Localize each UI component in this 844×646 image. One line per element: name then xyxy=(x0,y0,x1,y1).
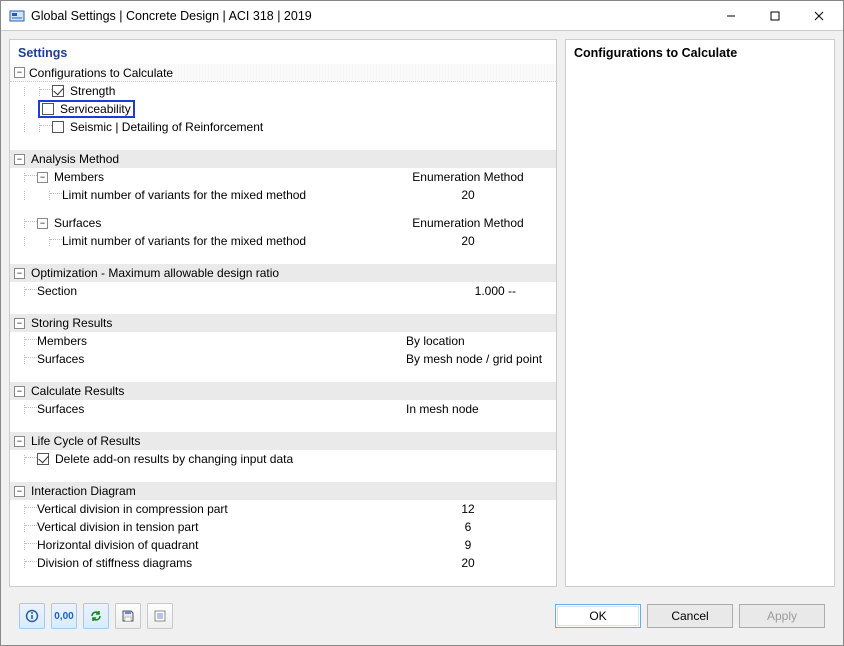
value-members-limit[interactable]: 20 xyxy=(406,188,536,202)
label-strength: Strength xyxy=(70,84,115,98)
close-button[interactable] xyxy=(797,2,841,30)
app-icon xyxy=(9,8,25,24)
row-strength: Strength xyxy=(10,82,556,100)
cancel-button[interactable]: Cancel xyxy=(647,604,733,628)
collapse-icon[interactable]: − xyxy=(37,172,48,183)
label-members: Members xyxy=(54,170,104,184)
section-label: Calculate Results xyxy=(31,384,124,398)
section-label: Interaction Diagram xyxy=(31,484,136,498)
apply-button[interactable]: Apply xyxy=(739,604,825,628)
client-area: Settings − Configurations to Calculate xyxy=(1,31,843,645)
row-section: Section 1.000 -- xyxy=(10,282,556,300)
save-tool-button[interactable] xyxy=(115,603,141,629)
checkbox-delete-addon[interactable] xyxy=(37,453,49,465)
label-surfaces: Surfaces xyxy=(37,402,84,416)
detail-pane: Configurations to Calculate xyxy=(565,39,835,587)
maximize-button[interactable] xyxy=(753,2,797,30)
row-serviceability: Serviceability xyxy=(10,100,556,118)
value-surfaces-method[interactable]: Enumeration Method xyxy=(406,216,536,230)
value-section[interactable]: 1.000 -- xyxy=(406,284,536,298)
row-int-3: Horizontal division of quadrant 9 xyxy=(10,536,556,554)
label-members: Members xyxy=(37,334,87,348)
label-surfaces: Surfaces xyxy=(37,352,84,366)
collapse-icon[interactable]: − xyxy=(14,154,25,165)
row-int-2: Vertical division in tension part 6 xyxy=(10,518,556,536)
row-surfaces-a: − Surfaces Enumeration Method xyxy=(10,214,556,232)
row-members-limit: Limit number of variants for the mixed m… xyxy=(10,186,556,204)
section-calculate[interactable]: − Calculate Results xyxy=(10,382,556,400)
row-storing-surfaces: Surfaces By mesh node / grid point xyxy=(10,350,556,368)
detail-header: Configurations to Calculate xyxy=(574,46,826,60)
value-surfaces-limit[interactable]: 20 xyxy=(406,234,536,248)
highlight-serviceability: Serviceability xyxy=(38,100,135,118)
value-storing-members[interactable]: By location xyxy=(406,334,536,348)
section-lifecycle[interactable]: − Life Cycle of Results xyxy=(10,432,556,450)
row-delete-addon: Delete add-on results by changing input … xyxy=(10,450,556,468)
decimal-tool-button[interactable]: 0,00 xyxy=(51,603,77,629)
section-label: Optimization - Maximum allowable design … xyxy=(31,266,279,280)
section-analysis[interactable]: − Analysis Method xyxy=(10,150,556,168)
label-surfaces: Surfaces xyxy=(54,216,101,230)
minimize-button[interactable] xyxy=(709,2,753,30)
label-surfaces-limit: Limit number of variants for the mixed m… xyxy=(62,234,306,248)
label-seismic: Seismic | Detailing of Reinforcement xyxy=(70,120,263,134)
row-int-1: Vertical division in compression part 12 xyxy=(10,500,556,518)
label-section: Section xyxy=(37,284,77,298)
footer: 0,00 OK Cancel Apply xyxy=(9,595,835,637)
ok-button[interactable]: OK xyxy=(555,604,641,628)
section-label: Analysis Method xyxy=(31,152,119,166)
refresh-tool-button[interactable] xyxy=(83,603,109,629)
collapse-icon[interactable]: − xyxy=(14,386,25,397)
section-storing[interactable]: − Storing Results xyxy=(10,314,556,332)
global-settings-window: Global Settings | Concrete Design | ACI … xyxy=(0,0,844,646)
section-interaction[interactable]: − Interaction Diagram xyxy=(10,482,556,500)
collapse-icon[interactable]: − xyxy=(37,218,48,229)
settings-pane: Settings − Configurations to Calculate xyxy=(9,39,557,587)
label-delete-addon: Delete add-on results by changing input … xyxy=(55,452,293,466)
section-label: Configurations to Calculate xyxy=(29,66,173,80)
section-label: Life Cycle of Results xyxy=(31,434,140,448)
collapse-icon[interactable]: − xyxy=(14,436,25,447)
row-storing-members: Members By location xyxy=(10,332,556,350)
row-int-4: Division of stiffness diagrams 20 xyxy=(10,554,556,572)
checkbox-seismic[interactable] xyxy=(52,121,64,133)
titlebar: Global Settings | Concrete Design | ACI … xyxy=(1,1,843,31)
row-surfaces-limit: Limit number of variants for the mixed m… xyxy=(10,232,556,250)
window-title: Global Settings | Concrete Design | ACI … xyxy=(31,9,709,23)
label-members-limit: Limit number of variants for the mixed m… xyxy=(62,188,306,202)
collapse-icon[interactable]: − xyxy=(14,67,25,78)
list-tool-button[interactable] xyxy=(147,603,173,629)
row-calc-surfaces: Surfaces In mesh node xyxy=(10,400,556,418)
collapse-icon[interactable]: − xyxy=(14,268,25,279)
checkbox-strength[interactable] xyxy=(52,85,64,97)
label-serviceability: Serviceability xyxy=(60,102,131,116)
row-members: − Members Enumeration Method xyxy=(10,168,556,186)
row-seismic: Seismic | Detailing of Reinforcement xyxy=(10,118,556,136)
checkbox-serviceability[interactable] xyxy=(42,103,54,115)
value-storing-surfaces[interactable]: By mesh node / grid point xyxy=(406,352,536,366)
collapse-icon[interactable]: − xyxy=(14,318,25,329)
value-calc-surfaces[interactable]: In mesh node xyxy=(406,402,536,416)
section-configurations[interactable]: − Configurations to Calculate xyxy=(10,64,556,82)
section-optimization[interactable]: − Optimization - Maximum allowable desig… xyxy=(10,264,556,282)
info-tool-button[interactable] xyxy=(19,603,45,629)
section-label: Storing Results xyxy=(31,316,112,330)
settings-tree-scroll[interactable]: − Configurations to Calculate Strength xyxy=(10,64,556,586)
settings-header: Settings xyxy=(10,40,556,64)
value-members-method[interactable]: Enumeration Method xyxy=(406,170,536,184)
collapse-icon[interactable]: − xyxy=(14,486,25,497)
